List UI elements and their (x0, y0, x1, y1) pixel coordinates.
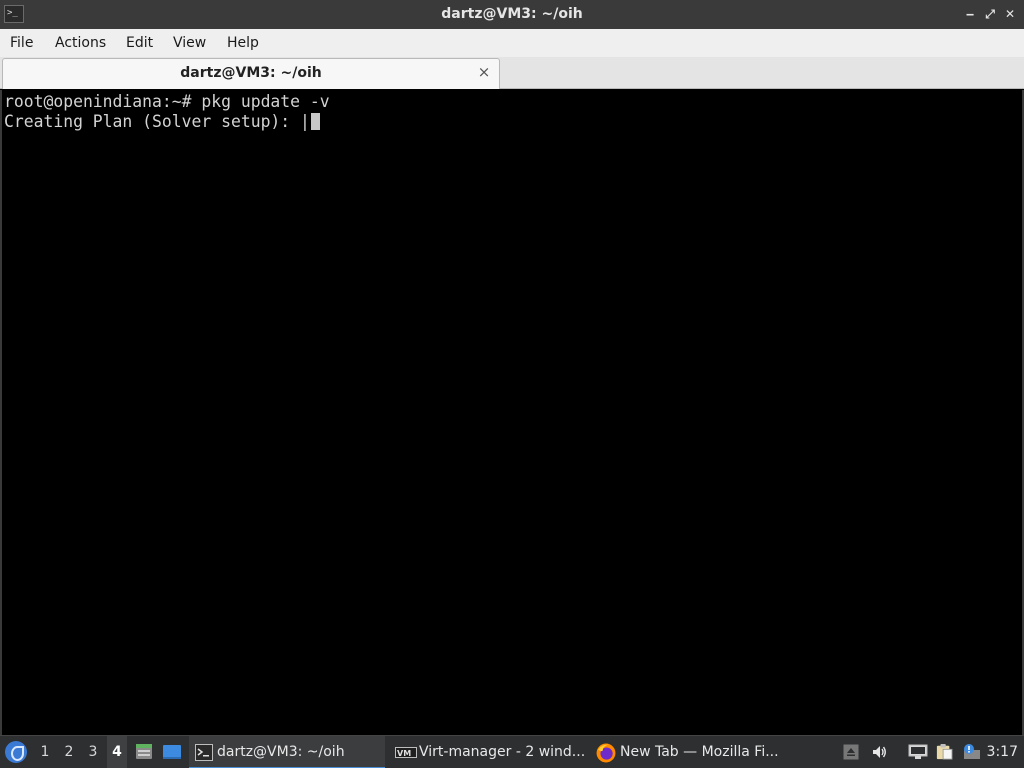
terminal-cursor (310, 113, 320, 130)
task-virt-manager[interactable]: VM Virt-manager - 2 wind... (389, 736, 587, 768)
clock[interactable]: 3:17 (987, 736, 1018, 768)
eject-icon[interactable] (843, 744, 859, 760)
workspace-2[interactable]: 2 (59, 736, 79, 768)
workspace-3[interactable]: 3 (83, 736, 103, 768)
window-title: dartz@VM3: ~/oih (441, 6, 583, 22)
tab-terminal[interactable]: dartz@VM3: ~/oih × (2, 58, 500, 89)
start-menu-icon[interactable] (5, 741, 27, 763)
svg-text:VM: VM (397, 749, 411, 758)
menu-actions[interactable]: Actions (55, 29, 106, 57)
task-terminal[interactable]: dartz@VM3: ~/oih (189, 736, 385, 768)
menu-edit[interactable]: Edit (126, 29, 153, 57)
task-label: Virt-manager - 2 wind... (419, 744, 586, 760)
update-notifier-icon[interactable] (962, 744, 982, 760)
tab-label: dartz@VM3: ~/oih (180, 65, 322, 81)
tab-close-icon[interactable]: × (477, 65, 491, 80)
task-firefox[interactable]: New Tab — Mozilla Fi... (590, 736, 788, 768)
terminal-line: root@openindiana:~# pkg update -v (4, 92, 330, 111)
firefox-icon (596, 743, 616, 763)
close-button[interactable]: ✕ (1002, 6, 1018, 22)
window-titlebar[interactable]: >_ dartz@VM3: ~/oih ‒ ⤢ ✕ (0, 0, 1024, 29)
menu-file[interactable]: File (10, 29, 33, 57)
workspace-1[interactable]: 1 (35, 736, 55, 768)
menu-help[interactable]: Help (227, 29, 259, 57)
task-label: dartz@VM3: ~/oih (217, 744, 345, 760)
network-icon[interactable] (908, 744, 928, 760)
maximize-button[interactable]: ⤢ (982, 6, 998, 22)
volume-icon[interactable] (871, 744, 887, 760)
clipboard-icon[interactable] (934, 744, 954, 760)
taskbar: 1 2 3 4 dartz@VM3: ~/oih VM Virt-manager… (0, 735, 1024, 768)
show-desktop-icon[interactable] (163, 743, 181, 761)
task-label: New Tab — Mozilla Fi... (620, 744, 779, 760)
minimize-button[interactable]: ‒ (962, 6, 978, 22)
menubar: File Actions Edit View Help (0, 29, 1024, 57)
workspace-4[interactable]: 4 (107, 736, 127, 768)
terminal-icon (195, 744, 213, 761)
terminal-line: Creating Plan (Solver setup): | (4, 112, 320, 132)
terminal-line-text: Creating Plan (Solver setup): | (4, 112, 310, 131)
file-manager-icon[interactable] (135, 743, 153, 761)
virt-manager-icon: VM (395, 747, 417, 758)
menu-view[interactable]: View (173, 29, 206, 57)
tab-bar: dartz@VM3: ~/oih × (0, 57, 1024, 89)
terminal-view[interactable]: root@openindiana:~# pkg update -v Creati… (0, 90, 1024, 735)
